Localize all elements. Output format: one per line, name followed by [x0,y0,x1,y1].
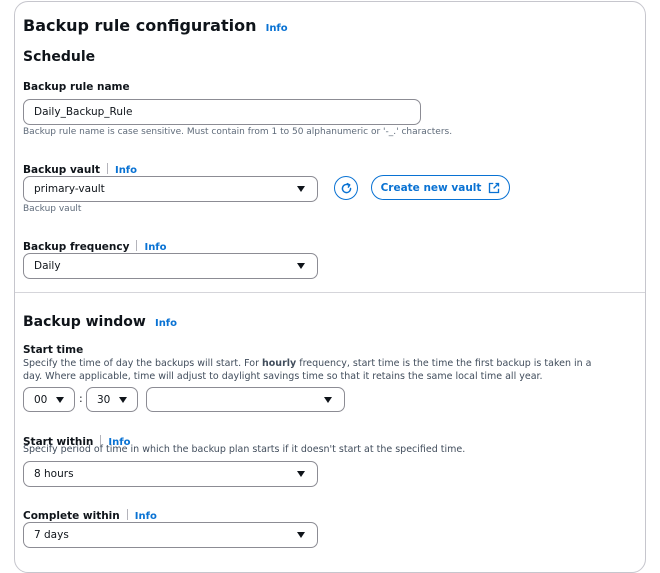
window-heading: Backup window [23,314,146,330]
window-info-link[interactable]: Info [155,318,177,329]
rule-name-label: Backup rule name [23,81,130,93]
vault-select[interactable]: primary-vault [23,176,318,202]
rule-name-value: Daily_Backup_Rule [34,106,133,118]
frequency-label-row: Backup frequency Info [23,235,167,254]
vault-hint: Backup vault [23,204,82,214]
complete-within-label-row: Complete within Info [23,504,157,523]
vault-label-row: Backup vault Info [23,158,137,177]
start-time-description: Specify the time of day the backups will… [23,357,613,383]
complete-within-select[interactable]: 7 days [23,522,318,548]
start-within-description: Specify period of time in which the back… [23,444,466,455]
hour-select-value: 00 [34,393,48,406]
page-title: Backup rule configuration [23,16,257,35]
chevron-down-icon [297,186,305,192]
header-info-link[interactable]: Info [266,23,288,34]
window-header: Backup window Info [23,311,177,330]
start-time-desc-bold: hourly [262,358,297,369]
complete-within-label-separator [126,509,128,520]
section-divider [15,292,645,293]
page-header: Backup rule configuration Info [23,16,288,35]
start-time-desc-before: Specify the time of day the backups will… [23,358,263,369]
start-within-select[interactable]: 8 hours [23,461,318,487]
complete-within-select-value: 7 days [34,529,69,541]
rule-name-hint: Backup rule name is case sensitive. Must… [23,127,453,137]
chevron-down-icon [297,263,305,269]
timezone-select[interactable] [146,387,345,412]
minute-select[interactable]: 30 [86,387,138,412]
refresh-icon [341,182,351,193]
frequency-select[interactable]: Daily [23,253,318,279]
chevron-down-icon [324,396,332,403]
rule-name-input[interactable]: Daily_Backup_Rule [23,99,421,125]
hour-select[interactable]: 00 [23,387,75,412]
chevron-down-icon [119,396,127,403]
backup-rule-panel: Backup rule configuration Info Schedule … [14,1,646,573]
chevron-down-icon [297,532,305,538]
start-time-label: Start time [23,344,84,356]
refresh-vault-button[interactable] [334,176,358,200]
chevron-down-icon [56,396,64,403]
schedule-heading: Schedule [23,49,96,65]
time-separator: : [79,392,83,405]
frequency-select-value: Daily [34,260,61,272]
complete-within-label: Complete within [23,510,120,522]
external-link-icon [489,182,500,193]
frequency-label: Backup frequency [23,241,130,253]
vault-select-value: primary-vault [34,183,105,195]
chevron-down-icon [297,471,305,477]
frequency-label-separator [136,240,138,251]
frequency-info-link[interactable]: Info [144,242,166,253]
vault-label: Backup vault [23,164,100,176]
create-vault-button[interactable]: Create new vault [371,175,510,200]
vault-info-link[interactable]: Info [115,165,137,176]
vault-label-separator [106,163,108,174]
minute-select-value: 30 [97,393,111,406]
create-vault-label: Create new vault [380,181,482,194]
complete-within-info-link[interactable]: Info [135,511,157,522]
start-within-select-value: 8 hours [34,468,74,480]
